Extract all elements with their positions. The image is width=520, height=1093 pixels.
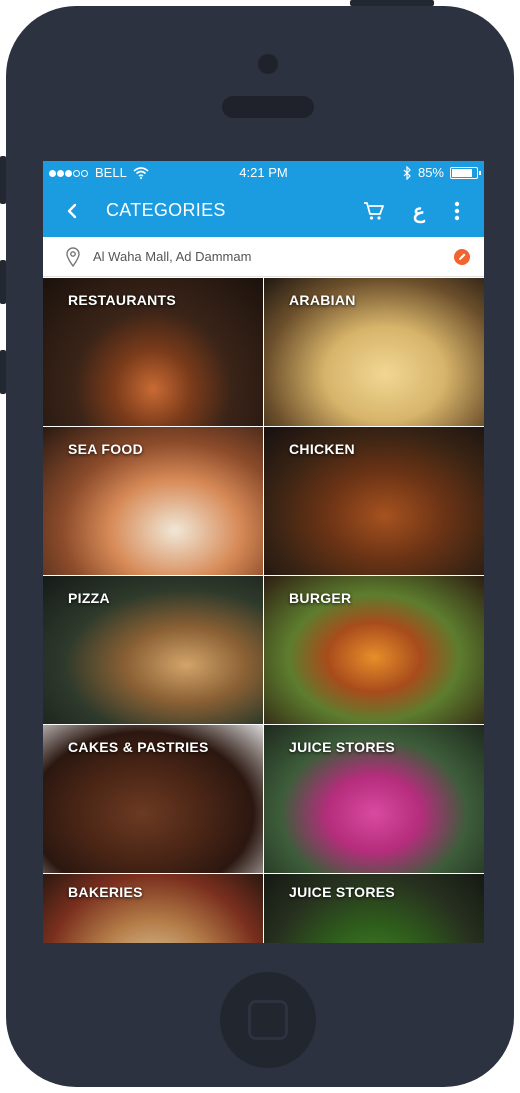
category-label: CAKES & PASTRIES <box>68 739 209 755</box>
category-label: CHICKEN <box>289 441 355 457</box>
category-label: BAKERIES <box>68 884 143 900</box>
back-button[interactable] <box>61 199 85 223</box>
category-label: BURGER <box>289 590 352 606</box>
page-title: CATEGORIES <box>106 200 226 220</box>
category-label: SEA FOOD <box>68 441 143 457</box>
category-label: JUICE STORES <box>289 884 396 900</box>
category-label: RESTAURANTS <box>68 292 177 308</box>
edit-pencil-icon <box>459 253 466 260</box>
category-tile-pizza[interactable]: PIZZA <box>43 576 263 724</box>
battery-icon <box>450 166 481 179</box>
more-options-button[interactable] <box>443 197 471 225</box>
category-tile-arabian[interactable]: ARABIAN <box>264 278 484 426</box>
status-bar: BELL 4:21 PM 85% <box>43 161 484 185</box>
category-tile-juice-stores[interactable]: JUICE STORES <box>264 725 484 873</box>
category-tile-cakes-pastries[interactable]: CAKES & PASTRIES <box>43 725 263 873</box>
volume-down-button <box>0 350 6 394</box>
location-pin-icon <box>66 247 80 267</box>
edit-location-button[interactable] <box>454 249 470 265</box>
language-toggle-button[interactable]: ع <box>405 197 433 225</box>
back-arrow-icon <box>67 203 77 219</box>
category-tile-burger[interactable]: BURGER <box>264 576 484 724</box>
category-label: ARABIAN <box>289 292 356 308</box>
category-label: PIZZA <box>68 590 110 606</box>
cart-button[interactable] <box>360 197 388 225</box>
category-tile-restaurants[interactable]: RESTAURANTS <box>43 278 263 426</box>
category-label: JUICE STORES <box>289 739 396 755</box>
app-header: CATEGORIES ع <box>43 185 484 237</box>
category-tile-bakeries[interactable]: BAKERIES <box>43 874 263 943</box>
cart-icon <box>364 202 384 220</box>
category-tile-sea-food[interactable]: SEA FOOD <box>43 427 263 575</box>
battery-percent: 85% <box>417 165 444 180</box>
power-button <box>350 0 434 6</box>
more-vertical-icon <box>454 201 460 221</box>
earpiece-speaker <box>222 96 314 118</box>
category-tile-juice-stores-2[interactable]: JUICE STORES <box>264 874 484 943</box>
location-bar[interactable]: Al Waha Mall, Ad Dammam <box>43 237 484 277</box>
front-camera <box>258 54 278 74</box>
location-text: Al Waha Mall, Ad Dammam <box>93 249 252 264</box>
volume-up-button <box>0 260 6 304</box>
category-tile-chicken[interactable]: CHICKEN <box>264 427 484 575</box>
home-button[interactable] <box>220 972 316 1068</box>
app-screen: BELL 4:21 PM 85% CATEGORIES ع Al Waha Ma… <box>43 161 484 943</box>
bluetooth-icon <box>403 165 411 180</box>
mute-switch <box>0 156 6 204</box>
